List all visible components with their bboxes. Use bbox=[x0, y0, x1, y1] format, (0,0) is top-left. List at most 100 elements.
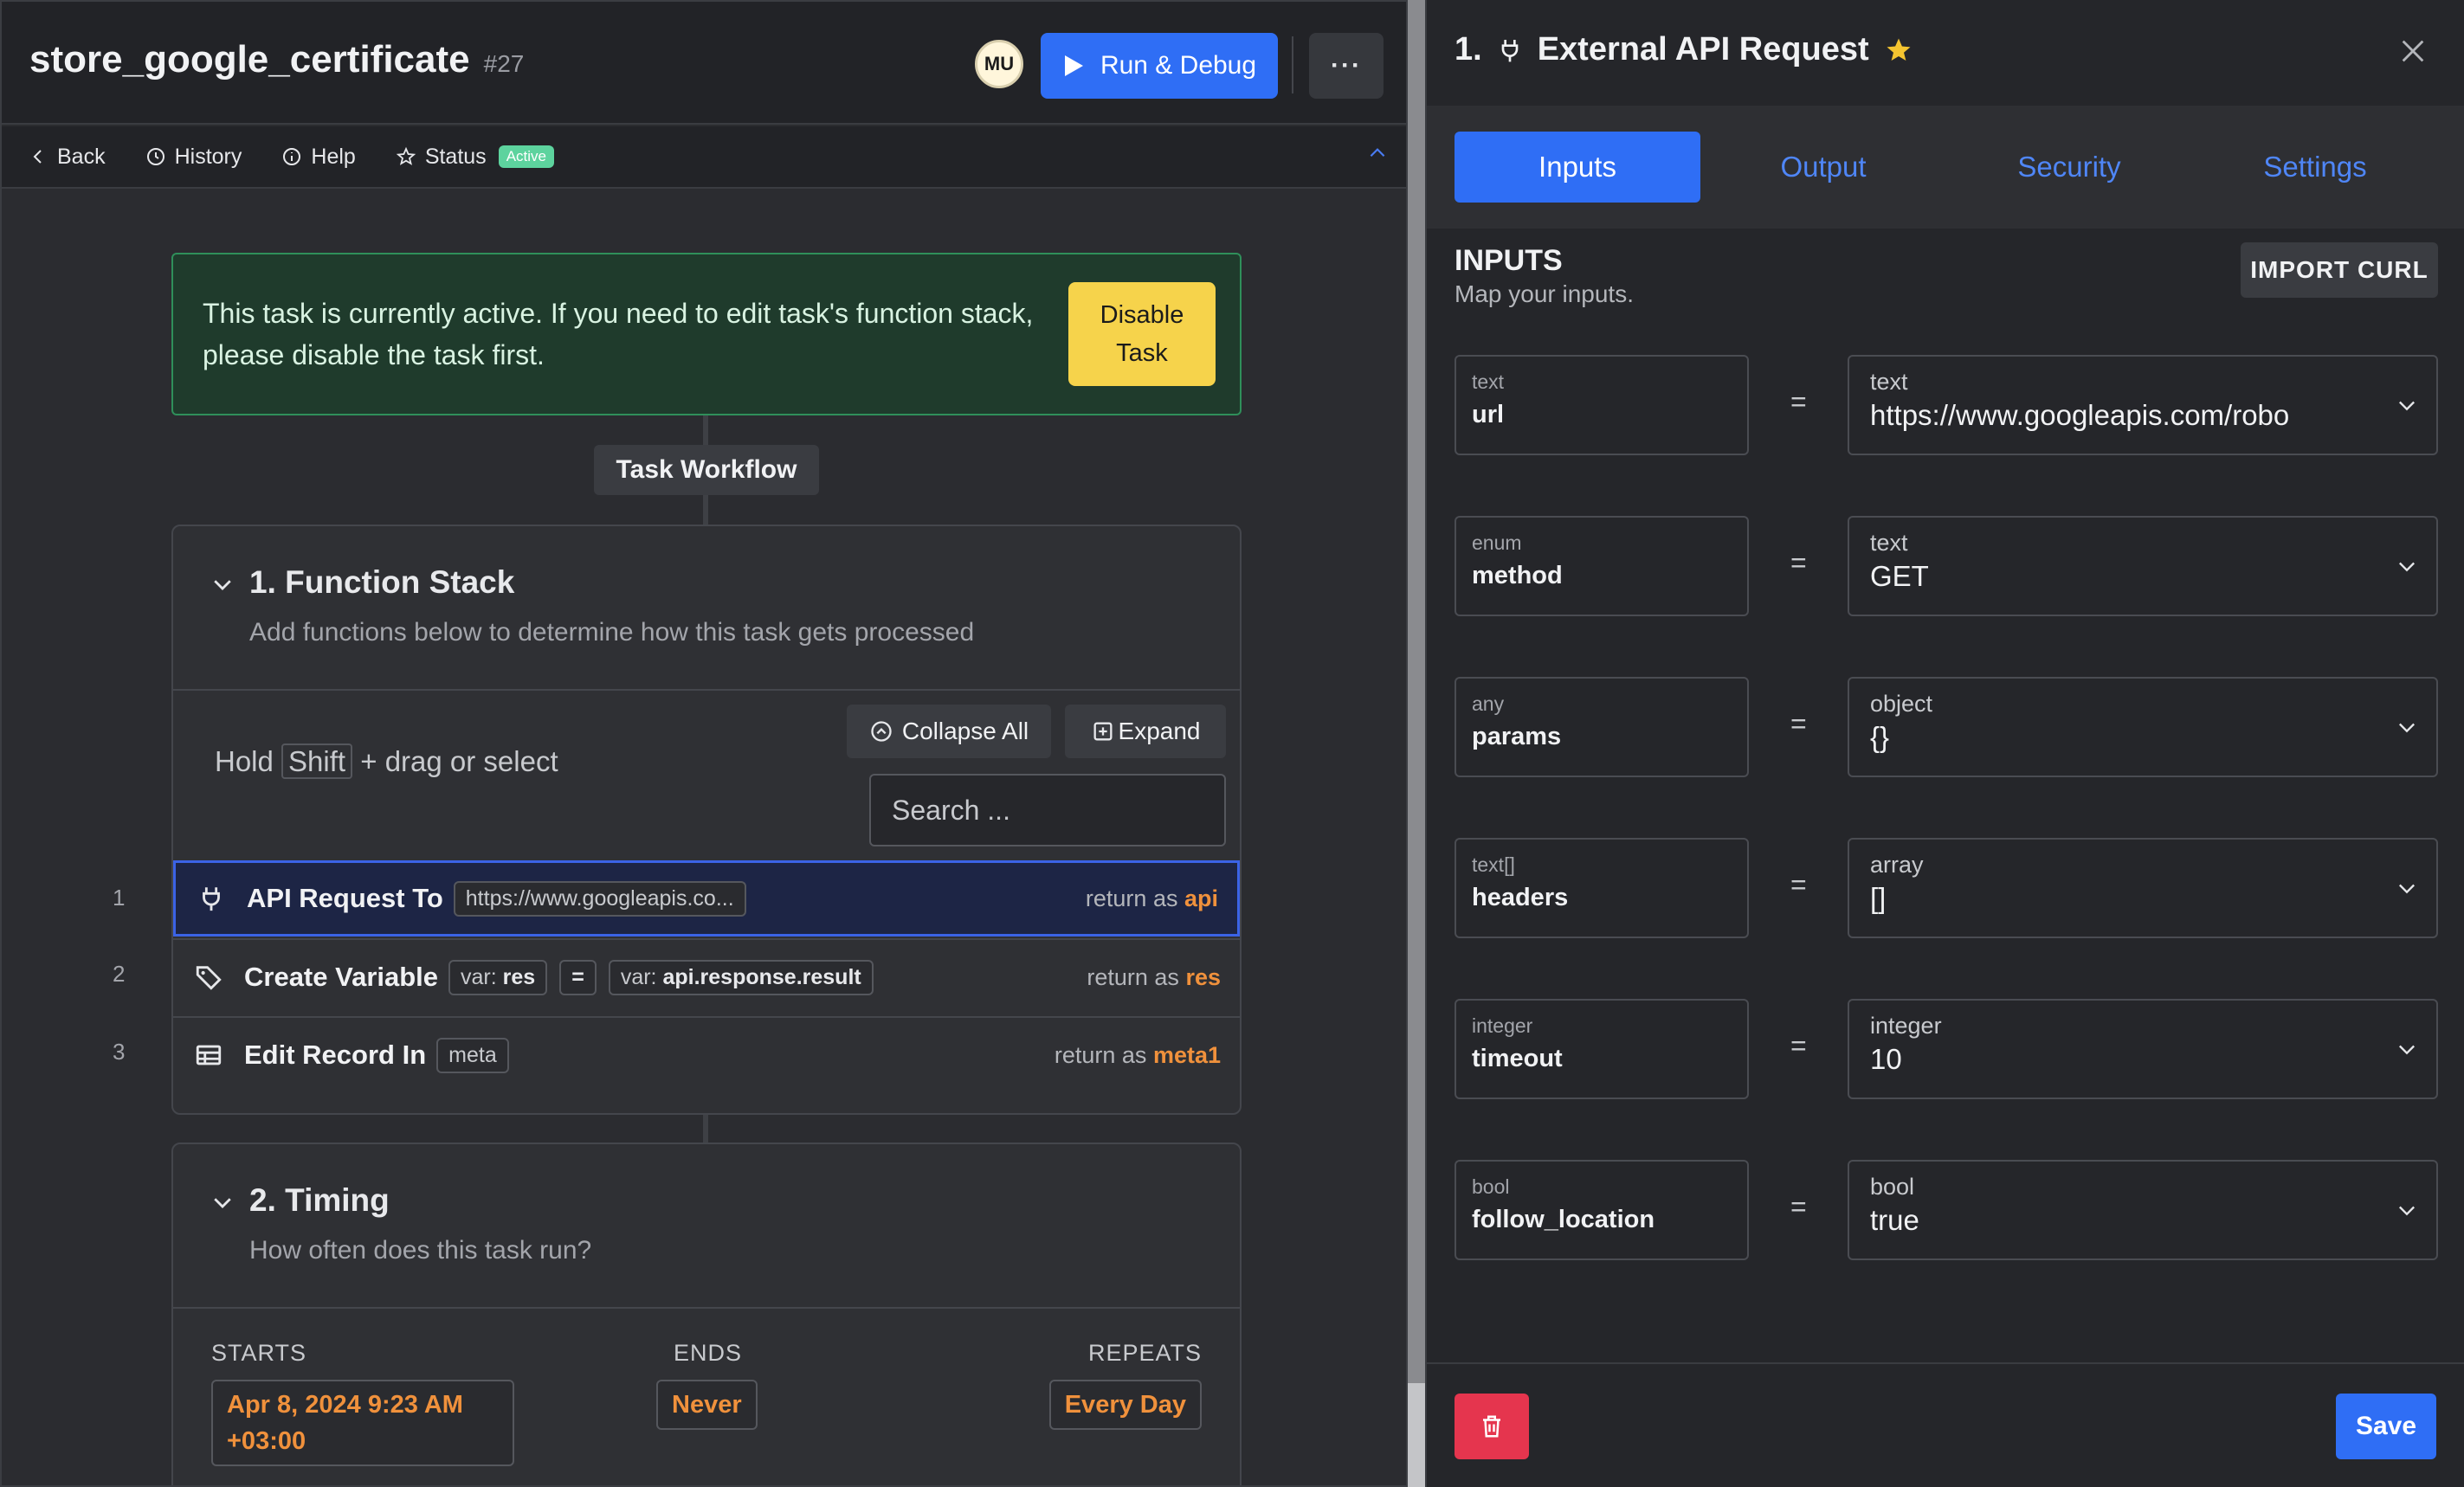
return-as: return as res bbox=[1087, 963, 1221, 990]
input-row-url: text url = text https://www.googleapis.com… bbox=[1455, 355, 2438, 455]
input-row-method: enum method = text GET bbox=[1455, 516, 2438, 616]
starts-label: STARTS bbox=[211, 1340, 307, 1366]
history-label: History bbox=[174, 144, 242, 169]
divider bbox=[1292, 36, 1293, 93]
back-label: Back bbox=[57, 144, 106, 169]
repeats-value[interactable]: Every Day bbox=[1048, 1380, 1202, 1430]
section-subtitle: How often does this task run? bbox=[249, 1236, 592, 1265]
section-title: 1. Function Stack bbox=[249, 564, 515, 600]
panel-tabs: Inputs Output Security Settings bbox=[1427, 106, 2464, 229]
section-subtitle: Add functions below to determine how thi… bbox=[249, 618, 975, 647]
repeats-label: REPEATS bbox=[1087, 1340, 1202, 1366]
ends-value[interactable]: Never bbox=[656, 1380, 758, 1430]
expand-button[interactable]: Expand bbox=[1065, 705, 1226, 758]
chevron-down-icon[interactable] bbox=[2395, 876, 2419, 900]
run-debug-label: Run & Debug bbox=[1100, 51, 1257, 80]
disable-task-label: Disable Task bbox=[1100, 301, 1184, 367]
save-button[interactable]: Save bbox=[2336, 1394, 2436, 1459]
scrollbar-track[interactable] bbox=[1408, 0, 1425, 1487]
tag-icon bbox=[196, 966, 222, 990]
input-value[interactable]: integer 10 bbox=[1848, 999, 2438, 1099]
input-key[interactable]: any params bbox=[1455, 677, 1749, 777]
function-stack-section: 1. Function Stack Add functions below to… bbox=[171, 525, 1242, 1115]
chevron-down-icon[interactable] bbox=[2395, 1198, 2419, 1222]
task-workflow-label: Task Workflow bbox=[594, 445, 819, 495]
star-icon[interactable] bbox=[1883, 35, 1914, 66]
function-name: Edit Record In bbox=[244, 1040, 427, 1070]
section-title: 2. Timing bbox=[249, 1182, 390, 1218]
drag-hint: Hold Shift + drag or select bbox=[215, 744, 558, 779]
input-row-follow-location: bool follow_location = bool true bbox=[1455, 1160, 2438, 1260]
equals-chip: = bbox=[559, 959, 597, 995]
task-id: #27 bbox=[483, 50, 525, 77]
chevron-down-icon[interactable] bbox=[2395, 393, 2419, 417]
back-link[interactable]: Back bbox=[28, 145, 106, 170]
collapse-all-button[interactable]: Collapse All bbox=[847, 705, 1051, 758]
flow-connector bbox=[703, 495, 708, 525]
task-editor-pane: store_google_certificate #27 MU Run & Deb… bbox=[0, 0, 1408, 1487]
function-row-api-request[interactable]: API Request To https://www.googleapis.co… bbox=[173, 860, 1240, 937]
status-link[interactable]: Status Active bbox=[396, 145, 554, 170]
close-icon[interactable] bbox=[2398, 36, 2428, 66]
tab-settings[interactable]: Settings bbox=[2192, 132, 2438, 203]
chevron-down-icon[interactable] bbox=[2395, 1037, 2419, 1061]
input-value[interactable]: text https://www.googleapis.com/robo bbox=[1848, 355, 2438, 455]
plug-icon bbox=[1501, 39, 1519, 61]
chevron-down-icon[interactable] bbox=[210, 1189, 235, 1215]
function-row-create-variable[interactable]: Create Variable var: res = var: api.resp… bbox=[173, 938, 1240, 1014]
more-options-button[interactable]: ··· bbox=[1309, 33, 1384, 99]
input-value[interactable]: bool true bbox=[1848, 1160, 2438, 1260]
avatar[interactable]: MU bbox=[975, 40, 1023, 88]
search-input[interactable]: Search ... bbox=[869, 774, 1226, 846]
equals-sign: = bbox=[1790, 547, 1807, 578]
top-bar: store_google_certificate #27 MU Run & Deb… bbox=[2, 2, 1406, 125]
run-debug-button[interactable]: Run & Debug bbox=[1041, 33, 1278, 99]
function-name: Create Variable bbox=[244, 962, 439, 992]
function-row-edit-record[interactable]: Edit Record In meta return as meta1 bbox=[173, 1016, 1240, 1092]
disable-task-button[interactable]: Disable Task bbox=[1068, 282, 1216, 386]
value-chip: var: api.response.result bbox=[608, 959, 874, 995]
equals-sign: = bbox=[1790, 1191, 1807, 1222]
inputs-heading: INPUTS bbox=[1455, 244, 1563, 277]
return-as: return as meta1 bbox=[1054, 1041, 1221, 1068]
scrollbar-thumb[interactable] bbox=[1408, 1383, 1425, 1487]
star-outline-icon bbox=[396, 146, 416, 165]
delete-button[interactable] bbox=[1455, 1394, 1529, 1459]
equals-sign: = bbox=[1790, 1030, 1807, 1061]
panel-footer: Save bbox=[1427, 1362, 2464, 1487]
chevron-down-icon[interactable] bbox=[2395, 554, 2419, 578]
help-label: Help bbox=[311, 144, 356, 169]
tab-output[interactable]: Output bbox=[1700, 132, 1946, 203]
chevron-down-icon[interactable] bbox=[210, 571, 235, 597]
tab-security[interactable]: Security bbox=[1946, 132, 2192, 203]
play-icon bbox=[1064, 55, 1083, 76]
timing-header[interactable]: 2. Timing How often does this task run? bbox=[173, 1144, 1240, 1309]
help-link[interactable]: Help bbox=[281, 144, 356, 170]
status-label: Status bbox=[424, 144, 487, 169]
function-name: API Request To bbox=[247, 883, 443, 913]
input-value[interactable]: object{} bbox=[1848, 677, 2438, 777]
history-link[interactable]: History bbox=[145, 145, 242, 170]
input-value[interactable]: text GET bbox=[1848, 516, 2438, 616]
input-key[interactable]: text[] headers bbox=[1455, 838, 1749, 938]
task-nav: Back History Help Status Active bbox=[2, 126, 1406, 189]
panel-function-name: External API Request bbox=[1537, 31, 1869, 68]
input-key[interactable]: bool follow_location bbox=[1455, 1160, 1749, 1260]
input-key[interactable]: integer timeout bbox=[1455, 999, 1749, 1099]
info-icon bbox=[283, 148, 301, 165]
function-detail-panel: 1. External API Request Inputs Output Se… bbox=[1425, 0, 2464, 1487]
row-number: 3 bbox=[113, 1039, 126, 1065]
tab-inputs[interactable]: Inputs bbox=[1455, 132, 1700, 203]
import-curl-button[interactable]: IMPORT CURL bbox=[2241, 242, 2438, 298]
function-stack-header[interactable]: 1. Function Stack Add functions below to… bbox=[173, 526, 1240, 691]
input-key[interactable]: enum method bbox=[1455, 516, 1749, 616]
chevron-left-icon bbox=[33, 150, 42, 164]
input-key[interactable]: text url bbox=[1455, 355, 1749, 455]
alert-text: This task is currently active. If you ne… bbox=[203, 298, 1034, 370]
flow-connector bbox=[703, 1115, 708, 1146]
input-value[interactable]: array[] bbox=[1848, 838, 2438, 938]
inputs-subtitle: Map your inputs. bbox=[1455, 280, 1634, 307]
chevron-down-icon[interactable] bbox=[2395, 715, 2419, 739]
starts-value[interactable]: Apr 8, 2024 9:23 AM +03:00 bbox=[211, 1380, 514, 1466]
chevron-up-icon[interactable] bbox=[1366, 142, 1389, 164]
